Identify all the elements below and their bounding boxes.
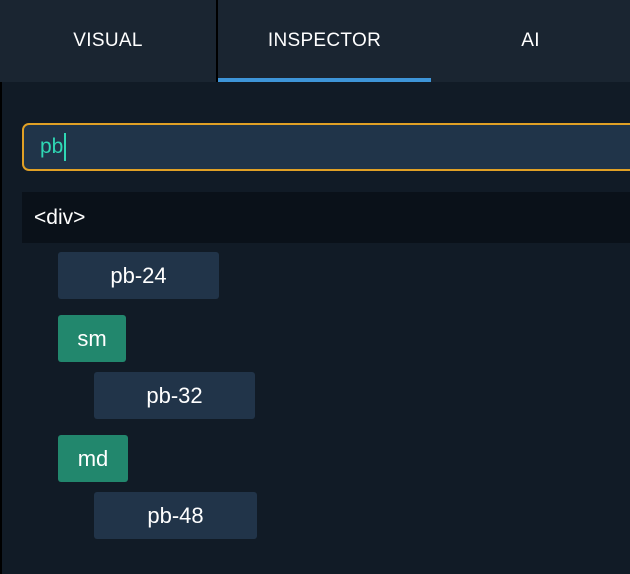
tab-inspector[interactable]: INSPECTOR: [216, 0, 431, 82]
breakpoint-chip-label: sm: [77, 325, 107, 351]
tab-ai[interactable]: AI: [431, 0, 630, 82]
class-chip-pb-32[interactable]: pb-32: [94, 372, 255, 419]
class-chip-pb-24[interactable]: pb-24: [58, 252, 219, 299]
search-input-value: pb: [40, 135, 64, 158]
tab-ai-label: AI: [521, 30, 540, 51]
class-chip-label: pb-24: [110, 262, 167, 288]
tab-inspector-label: INSPECTOR: [267, 30, 382, 51]
panel-left-border: [0, 82, 2, 574]
class-search-input[interactable]: pb: [22, 123, 630, 171]
breakpoint-chip-sm[interactable]: sm: [58, 315, 126, 362]
text-caret: [64, 133, 67, 161]
breakpoint-chip-md[interactable]: md: [58, 435, 128, 482]
class-chip-label: pb-48: [147, 502, 204, 528]
element-tag-header[interactable]: <div>: [22, 192, 630, 243]
inspector-panel: VISUAL INSPECTOR AI pb <div> pb-24 sm pb…: [0, 0, 630, 574]
class-chip-label: pb-32: [146, 382, 203, 408]
tab-bar: VISUAL INSPECTOR AI: [0, 0, 630, 82]
breakpoint-chip-label: md: [77, 445, 109, 471]
tab-visual-label: VISUAL: [73, 30, 143, 51]
element-tag-label: <div>: [34, 205, 86, 229]
class-chip-pb-48[interactable]: pb-48: [94, 492, 257, 539]
tab-visual[interactable]: VISUAL: [0, 0, 216, 82]
